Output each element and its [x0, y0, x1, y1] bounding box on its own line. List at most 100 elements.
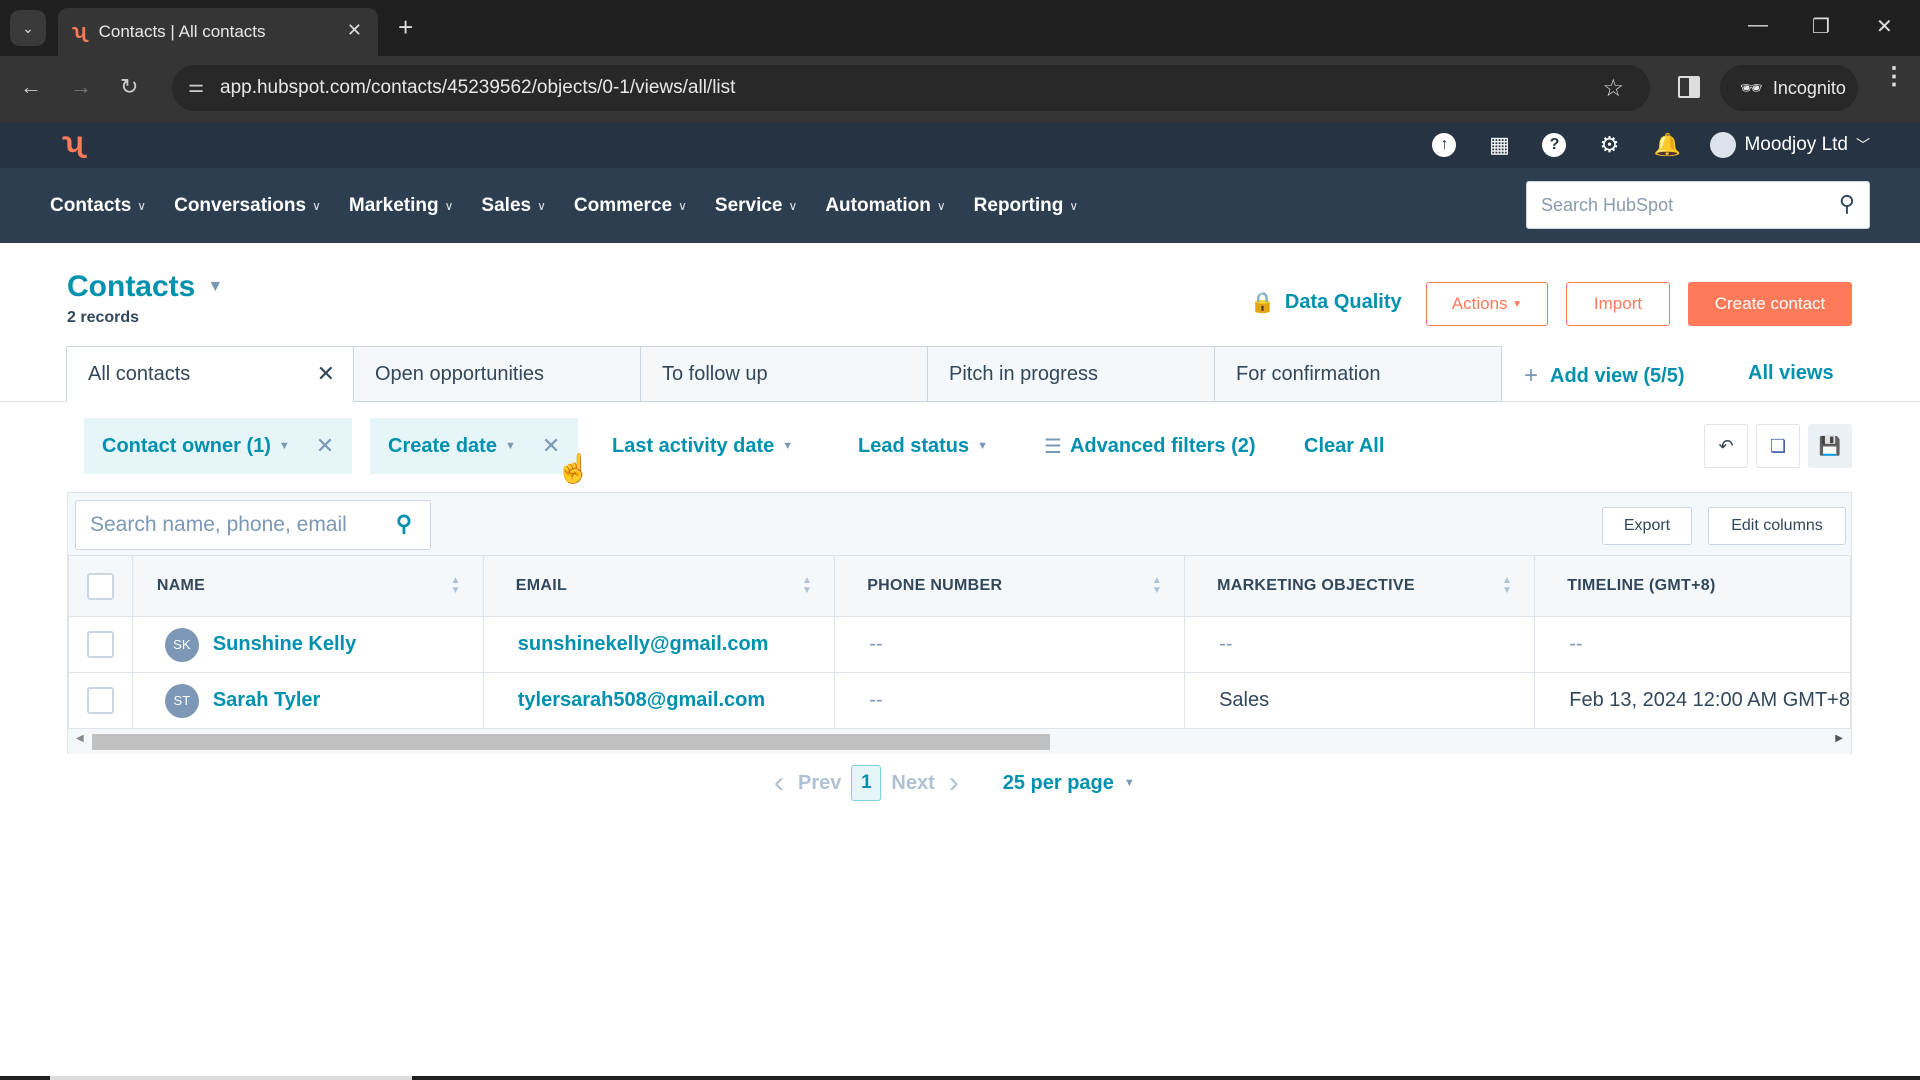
- table-search-input[interactable]: Search name, phone, email ⚲: [75, 500, 431, 550]
- column-header-name[interactable]: NAME ▲ ▼: [131, 555, 484, 617]
- browser-tab-active[interactable]: ʯ Contacts | All contacts ✕: [58, 8, 378, 56]
- nav-commerce[interactable]: Commerce ∨: [574, 195, 687, 217]
- close-view-icon[interactable]: ✕: [317, 361, 335, 387]
- incognito-badge[interactable]: 🕶 Incognito: [1720, 65, 1858, 111]
- upgrade-icon[interactable]: ↑: [1432, 133, 1457, 157]
- next-button[interactable]: Next: [891, 772, 934, 795]
- remove-filter-icon[interactable]: ✕: [316, 433, 334, 459]
- search-placeholder: Search name, phone, email: [90, 513, 347, 536]
- column-header-marketing-objective[interactable]: MARKETING OBJECTIVE ▲ ▼: [1184, 555, 1536, 617]
- row-checkbox[interactable]: [87, 631, 114, 658]
- all-views-link[interactable]: All views: [1748, 362, 1834, 385]
- close-window-icon[interactable]: ✕: [1876, 14, 1893, 39]
- view-tabs: All contacts ✕ Open opportunities To fol…: [66, 346, 1502, 402]
- site-info-icon[interactable]: ⚌: [188, 76, 204, 97]
- help-icon[interactable]: ?: [1542, 133, 1567, 157]
- filter-label: Last activity date: [612, 434, 775, 457]
- add-view-button[interactable]: + Add view (5/5): [1524, 362, 1685, 390]
- sort-icon[interactable]: ▲ ▼: [1152, 576, 1162, 596]
- hand-cursor-icon: ☝: [556, 453, 591, 484]
- row-checkbox[interactable]: [87, 687, 114, 714]
- chevron-left-icon[interactable]: ‹: [774, 766, 784, 800]
- marketplace-icon[interactable]: ▦: [1484, 130, 1514, 160]
- sort-icon[interactable]: ▲ ▼: [1502, 576, 1512, 596]
- filter-label: Lead status: [858, 434, 970, 457]
- add-view-label: Add view (5/5): [1550, 364, 1685, 387]
- view-tab-label: To follow up: [662, 362, 768, 385]
- filter-label: Create date: [388, 434, 497, 457]
- email-link[interactable]: tylersarah508@gmail.com: [518, 689, 765, 711]
- view-tab-open-opportunities[interactable]: Open opportunities: [353, 346, 641, 402]
- contact-name-link[interactable]: Sunshine Kelly: [213, 633, 356, 656]
- record-count: 2 records: [67, 309, 140, 326]
- reload-icon[interactable]: ↻: [120, 74, 138, 100]
- nav-sales[interactable]: Sales ∨: [481, 195, 545, 217]
- import-button[interactable]: Import: [1566, 282, 1670, 326]
- sort-icon[interactable]: ▲ ▼: [802, 576, 812, 596]
- column-header-phone[interactable]: PHONE NUMBER ▲ ▼: [834, 555, 1186, 617]
- scrollbar-thumb[interactable]: [92, 734, 1050, 750]
- side-panel-icon[interactable]: [1678, 76, 1700, 98]
- contact-name-link[interactable]: Sarah Tyler: [213, 689, 320, 712]
- view-tab-all-contacts[interactable]: All contacts ✕: [66, 346, 354, 402]
- export-button[interactable]: Export: [1602, 507, 1692, 545]
- page-number-button[interactable]: 1: [851, 765, 882, 801]
- tab-search-button[interactable]: ⌄: [10, 10, 46, 46]
- view-tab-to-follow-up[interactable]: To follow up: [640, 346, 928, 402]
- view-tab-pitch-in-progress[interactable]: Pitch in progress: [927, 346, 1215, 402]
- chevron-right-icon[interactable]: ›: [949, 766, 959, 800]
- prev-button[interactable]: Prev: [798, 772, 841, 795]
- restore-window-icon[interactable]: ❐: [1812, 14, 1830, 39]
- search-icon[interactable]: ⚲: [1839, 191, 1855, 217]
- create-contact-button[interactable]: Create contact: [1688, 282, 1852, 326]
- notifications-icon[interactable]: 🔔: [1652, 130, 1682, 160]
- global-search-input[interactable]: Search HubSpot ⚲: [1526, 181, 1870, 229]
- new-tab-button[interactable]: +: [398, 14, 413, 40]
- save-view-icon[interactable]: 💾: [1808, 424, 1852, 468]
- bookmark-star-icon[interactable]: ☆: [1602, 74, 1624, 103]
- select-all-checkbox[interactable]: [87, 572, 114, 600]
- sort-icon[interactable]: ▲ ▼: [451, 576, 461, 596]
- forward-icon[interactable]: →: [70, 74, 92, 100]
- timeline-cell: --: [1534, 616, 1851, 673]
- nav-conversations[interactable]: Conversations ∨: [174, 195, 321, 217]
- edit-columns-button[interactable]: Edit columns: [1708, 507, 1846, 545]
- email-link[interactable]: sunshinekelly@gmail.com: [518, 633, 769, 655]
- scroll-right-icon[interactable]: ▶: [1835, 733, 1843, 744]
- clear-all-button[interactable]: Clear All: [1304, 418, 1384, 474]
- column-header-email[interactable]: EMAIL ▲ ▼: [482, 555, 836, 617]
- per-page-select[interactable]: 25 per page ▼: [1003, 772, 1135, 795]
- settings-icon[interactable]: ⚙: [1594, 130, 1624, 160]
- nav-service[interactable]: Service ∨: [715, 195, 797, 217]
- filter-contact-owner[interactable]: Contact owner (1) ▼ ✕: [84, 418, 353, 474]
- nav-automation[interactable]: Automation ∨: [825, 195, 945, 217]
- close-tab-icon[interactable]: ✕: [347, 20, 362, 41]
- minimize-icon[interactable]: —: [1748, 14, 1768, 37]
- address-bar[interactable]: ⚌ app.hubspot.com/contacts/45239562/obje…: [172, 65, 1650, 111]
- avatar: [1710, 132, 1737, 158]
- search-icon[interactable]: ⚲: [396, 511, 412, 537]
- data-quality-link[interactable]: 🔒 Data Quality: [1250, 290, 1402, 315]
- page-title[interactable]: Contacts ▼: [67, 270, 223, 304]
- table-header-row: NAME ▲ ▼ EMAIL ▲ ▼ PHONE NUMBER ▲ ▼ MARKETING …: [68, 555, 1851, 617]
- column-header-timeline[interactable]: TIMELINE (GMT+8): [1534, 555, 1851, 617]
- scroll-left-icon[interactable]: ◀: [76, 733, 84, 744]
- back-icon[interactable]: ←: [20, 74, 42, 100]
- advanced-filters-button[interactable]: ☰ Advanced filters (2): [1044, 418, 1256, 474]
- copy-icon[interactable]: ❏: [1756, 424, 1800, 468]
- undo-icon[interactable]: ↶: [1704, 424, 1748, 468]
- horizontal-scrollbar[interactable]: ◀ ▶: [68, 730, 1851, 754]
- view-tab-for-confirmation[interactable]: For confirmation: [1214, 346, 1502, 402]
- actions-button[interactable]: Actions ▼: [1426, 282, 1548, 326]
- nav-label: Marketing: [348, 194, 439, 216]
- filter-last-activity-date[interactable]: Last activity date ▼: [612, 418, 793, 474]
- avatar: SK: [164, 627, 199, 662]
- filter-lead-status[interactable]: Lead status ▼: [858, 418, 988, 474]
- hubspot-logo-icon[interactable]: ʯ: [62, 126, 84, 160]
- nav-contacts[interactable]: Contacts ∨: [50, 195, 146, 217]
- browser-menu-icon[interactable]: ⋮: [1882, 65, 1906, 89]
- nav-marketing[interactable]: Marketing ∨: [349, 195, 454, 217]
- account-menu[interactable]: Moodjoy Ltd ﹀: [1710, 132, 1870, 158]
- nav-reporting[interactable]: Reporting ∨: [974, 195, 1079, 217]
- filter-create-date[interactable]: Create date ▼ ✕: [370, 418, 579, 474]
